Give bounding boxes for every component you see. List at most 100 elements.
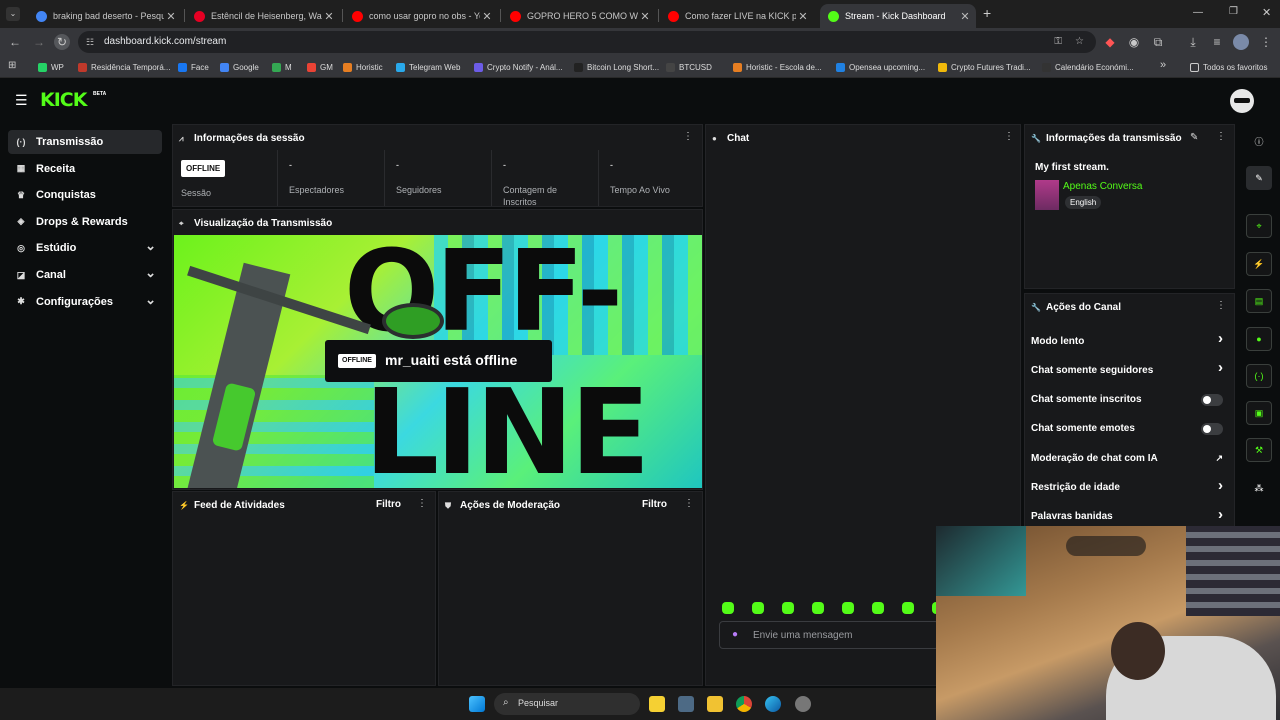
channel-action-item[interactable]: Chat somente inscritos	[1031, 393, 1227, 407]
broadcast-rail-icon[interactable]: (·)	[1246, 364, 1272, 388]
channel-action-item[interactable]: Chat somente emotes	[1031, 422, 1227, 436]
bookmark-item[interactable]: Google	[220, 60, 259, 74]
sidebar-item[interactable]: ◈ Drops & Rewards	[8, 210, 162, 234]
back-icon[interactable]: ←	[7, 34, 23, 50]
notes-icon[interactable]: ▤	[1246, 289, 1272, 313]
all-favorites-folder[interactable]: Todos os favoritos	[1190, 60, 1267, 74]
clip-icon[interactable]: ⌖	[1246, 214, 1272, 238]
channel-action-item[interactable]: Restrição de idade ›	[1031, 477, 1227, 495]
maximize-icon[interactable]: ❐	[1229, 6, 1238, 17]
bookmark-item[interactable]: Face	[178, 60, 209, 74]
apps-grid-icon[interactable]: ⊞	[8, 60, 16, 71]
sidebar-item[interactable]: ✱ Configurações ⌄	[8, 290, 162, 314]
session-kebab-icon[interactable]: ⋮	[683, 131, 693, 142]
bookmark-item[interactable]: BTCUSD	[666, 60, 712, 74]
sticky-notes-icon[interactable]	[649, 696, 665, 712]
chevron-right-icon[interactable]: ›	[1218, 477, 1223, 494]
sidebar-item[interactable]: ◎ Estúdio ⌄	[8, 236, 162, 260]
emote-icon[interactable]	[902, 602, 914, 614]
info-icon[interactable]: ⓘ	[1246, 129, 1272, 153]
windows-start-icon[interactable]	[469, 696, 485, 712]
browser-tab[interactable]: Stream - Kick Dashboard ✕	[820, 4, 976, 28]
close-window-icon[interactable]: ✕	[1262, 6, 1271, 19]
close-tab-icon[interactable]: ✕	[322, 10, 336, 23]
emote-icon[interactable]	[782, 602, 794, 614]
bookmarks-more-button[interactable]: »	[1160, 59, 1166, 71]
external-link-icon[interactable]: ↗	[1215, 453, 1223, 464]
reload-icon[interactable]: ↻	[54, 34, 70, 50]
mod-filter-button[interactable]: Filtro	[642, 499, 667, 510]
bookmark-star-icon[interactable]: ☆	[1075, 31, 1084, 53]
bookmark-item[interactable]: WP	[38, 60, 64, 74]
bookmark-item[interactable]: Calendário Económi...	[1042, 60, 1134, 74]
user-avatar[interactable]	[1230, 89, 1254, 113]
emote-icon[interactable]	[812, 602, 824, 614]
mod-kebab-icon[interactable]: ⋮	[684, 498, 694, 509]
apps-dots-icon[interactable]: ⁂	[1246, 476, 1272, 500]
chevron-right-icon[interactable]: ›	[1218, 506, 1223, 523]
emote-icon[interactable]	[842, 602, 854, 614]
minimize-icon[interactable]: —	[1193, 7, 1203, 18]
emote-icon[interactable]	[722, 602, 734, 614]
bolt-icon[interactable]: ⚡	[1246, 252, 1272, 276]
channel-actions-kebab-icon[interactable]: ⋮	[1216, 300, 1226, 311]
browser-menu-icon[interactable]: ⋮	[1258, 34, 1274, 50]
settings-icon[interactable]	[795, 696, 811, 712]
chevron-right-icon[interactable]: ›	[1218, 359, 1223, 376]
taskbar-search[interactable]: ⌕ Pesquisar	[494, 693, 640, 715]
chat-rail-icon[interactable]: ●	[1246, 327, 1272, 351]
new-tab-button[interactable]: +	[983, 5, 991, 21]
sidebar-item[interactable]: ♛ Conquistas	[8, 183, 162, 207]
close-tab-icon[interactable]: ✕	[480, 10, 494, 23]
chevron-down-icon[interactable]: ⌄	[145, 292, 156, 308]
channel-action-item[interactable]: Modo lento ›	[1031, 330, 1227, 348]
kick-logo[interactable]: KICK	[40, 89, 87, 111]
bookmark-item[interactable]: Crypto Notify - Anál...	[474, 60, 563, 74]
microphone-icon[interactable]: ●	[732, 629, 738, 640]
close-tab-icon[interactable]: ✕	[958, 10, 972, 23]
browser-tab[interactable]: braking bad deserto - Pesquisa✕	[28, 4, 182, 28]
tools-icon[interactable]: ⚒	[1246, 438, 1272, 462]
extension-fox-icon[interactable]: ◆	[1102, 34, 1118, 50]
close-tab-icon[interactable]: ✕	[164, 10, 178, 23]
password-key-icon[interactable]: ⚿	[1054, 31, 1062, 53]
hamburger-menu-icon[interactable]: ☰	[15, 92, 28, 109]
close-tab-icon[interactable]: ✕	[796, 10, 810, 23]
tab-search-button[interactable]: ⌄	[6, 7, 20, 21]
extensions-puzzle-icon[interactable]: ⧉	[1150, 34, 1166, 50]
browser-tab[interactable]: GOPRO HERO 5 COMO WEBCAM✕	[502, 4, 656, 28]
print-icon[interactable]: ▣	[1246, 401, 1272, 425]
feed-kebab-icon[interactable]: ⋮	[417, 498, 427, 509]
close-tab-icon[interactable]: ✕	[638, 10, 652, 23]
download-icon[interactable]: ⤓	[1185, 34, 1201, 50]
sidebar-item[interactable]: ◪ Canal ⌄	[8, 263, 162, 287]
stream-info-kebab-icon[interactable]: ⋮	[1216, 131, 1226, 142]
edit-rail-icon[interactable]: ✎	[1246, 166, 1272, 190]
bookmark-item[interactable]: Horistic	[343, 60, 383, 74]
channel-action-item[interactable]: Chat somente seguidores ›	[1031, 359, 1227, 377]
chevron-down-icon[interactable]: ⌄	[145, 238, 156, 254]
address-bar[interactable]: ☷ dashboard.kick.com/stream ⚿ ☆	[78, 31, 1096, 53]
channel-action-item[interactable]: Moderação de chat com IA ↗	[1031, 451, 1227, 465]
edge-icon[interactable]	[765, 696, 781, 712]
bookmark-item[interactable]: Residência Temporá...	[78, 60, 170, 74]
browser-tab[interactable]: Estêncil de Heisenberg, Walter ✕	[186, 4, 340, 28]
calculator-icon[interactable]	[678, 696, 694, 712]
toggle-switch[interactable]	[1201, 422, 1223, 435]
chat-kebab-icon[interactable]: ⋮	[1004, 131, 1014, 142]
bookmark-item[interactable]: Crypto Futures Tradi...	[938, 60, 1031, 74]
bookmark-item[interactable]: GM	[307, 60, 333, 74]
bookmark-item[interactable]: M	[272, 60, 292, 74]
reading-list-icon[interactable]: ≡	[1209, 34, 1225, 50]
bookmark-item[interactable]: Telegram Web	[396, 60, 460, 74]
sidebar-item[interactable]: (·) Transmissão	[8, 130, 162, 154]
channel-action-item[interactable]: Palavras banidas ›	[1031, 506, 1227, 524]
emote-icon[interactable]	[752, 602, 764, 614]
file-explorer-icon[interactable]	[707, 696, 723, 712]
bookmark-item[interactable]: Bitcoin Long Short...	[574, 60, 659, 74]
category-link[interactable]: Apenas Conversa	[1063, 181, 1143, 192]
site-info-icon[interactable]: ☷	[86, 31, 94, 53]
chevron-down-icon[interactable]: ⌄	[145, 265, 156, 281]
feed-filter-button[interactable]: Filtro	[376, 499, 401, 510]
emote-icon[interactable]	[872, 602, 884, 614]
